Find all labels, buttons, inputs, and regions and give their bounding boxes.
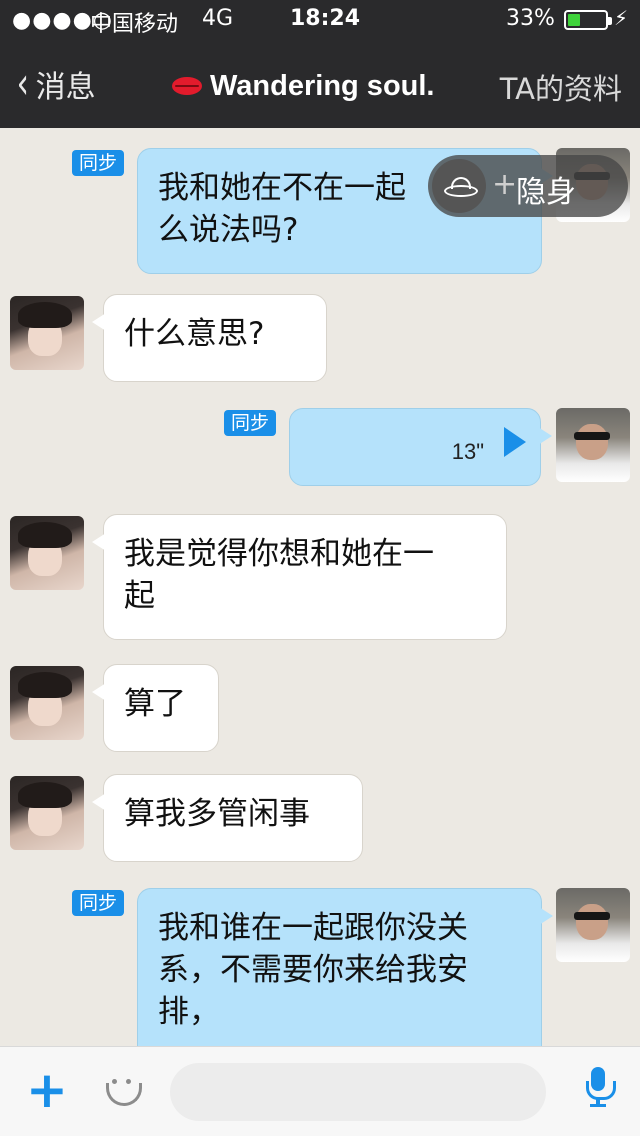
ufo-icon <box>432 159 486 213</box>
play-icon <box>504 427 526 457</box>
chat-area[interactable]: 同步 我和她在不在一起 么说法吗? 什么意思? 同步 13" 我是觉得你想和她在… <box>0 128 640 1046</box>
chevron-left-icon: ‹ <box>16 58 29 109</box>
contact-avatar[interactable] <box>10 516 84 590</box>
sync-badge: 同步 <box>224 410 277 436</box>
message-line: 系，不需要你来给我安 <box>158 952 468 988</box>
my-avatar[interactable] <box>556 888 630 962</box>
network-type: 4G <box>202 6 234 31</box>
back-label: 消息 <box>35 70 96 105</box>
plus-icon: + <box>492 167 518 202</box>
contact-avatar[interactable] <box>10 666 84 740</box>
contact-avatar[interactable] <box>10 296 84 370</box>
sync-badge: 同步 <box>72 150 125 176</box>
battery-percent: 33% <box>506 6 555 31</box>
voice-duration: 13" <box>451 439 484 464</box>
battery-icon <box>564 10 612 30</box>
stealth-mode-button[interactable]: + 隐身 <box>428 155 628 217</box>
incoming-message[interactable]: 算了 <box>92 664 219 752</box>
outgoing-message[interactable]: 我和谁在一起跟你没关 系，不需要你来给我安 排， <box>137 888 553 1046</box>
back-button[interactable]: ‹ 消息 <box>14 62 96 106</box>
lightning-icon: ⚡ <box>614 6 629 30</box>
input-bar: + <box>0 1046 640 1136</box>
profile-button[interactable]: TA的资料 <box>500 66 622 108</box>
clock: 18:24 <box>290 6 361 31</box>
sync-badge: 同步 <box>72 890 125 916</box>
message-input[interactable] <box>170 1063 546 1121</box>
message-text: 算了 <box>124 686 186 722</box>
message-text: 算我多管闲事 <box>124 796 310 832</box>
chat-title: Wandering soul. <box>170 66 434 106</box>
contact-avatar[interactable] <box>10 776 84 850</box>
voice-message[interactable]: 13" <box>289 408 552 486</box>
contact-name: Wandering soul. <box>210 69 435 102</box>
status-bar: ●●●●○ 中国移动 4G 18:24 33% ⚡ <box>0 0 640 40</box>
incoming-message[interactable]: 我是觉得你想和她在一 起 <box>92 514 507 640</box>
top-bar: ●●●●○ 中国移动 4G 18:24 33% ⚡ ‹ 消息 Wandering… <box>0 0 640 128</box>
stealth-label: 隐身 <box>516 175 576 210</box>
lips-icon <box>170 75 204 97</box>
carrier-name: 中国移动 <box>90 12 179 37</box>
add-button[interactable]: + <box>26 1065 68 1115</box>
incoming-message[interactable]: 什么意思? <box>92 294 327 382</box>
smile-icon[interactable] <box>104 1073 142 1109</box>
incoming-message[interactable]: 算我多管闲事 <box>92 774 363 862</box>
nav-bar: ‹ 消息 Wandering soul. TA的资料 <box>0 40 640 128</box>
microphone-icon[interactable] <box>586 1067 616 1109</box>
battery-level-fill <box>568 14 580 26</box>
message-line: 我和谁在一起跟你没关 <box>158 910 468 946</box>
message-text: 什么意思? <box>124 316 265 352</box>
message-line: 起 <box>124 578 155 614</box>
my-avatar[interactable] <box>556 408 630 482</box>
message-line: 排， <box>158 994 220 1030</box>
message-line: 我是觉得你想和她在一 <box>124 536 434 572</box>
